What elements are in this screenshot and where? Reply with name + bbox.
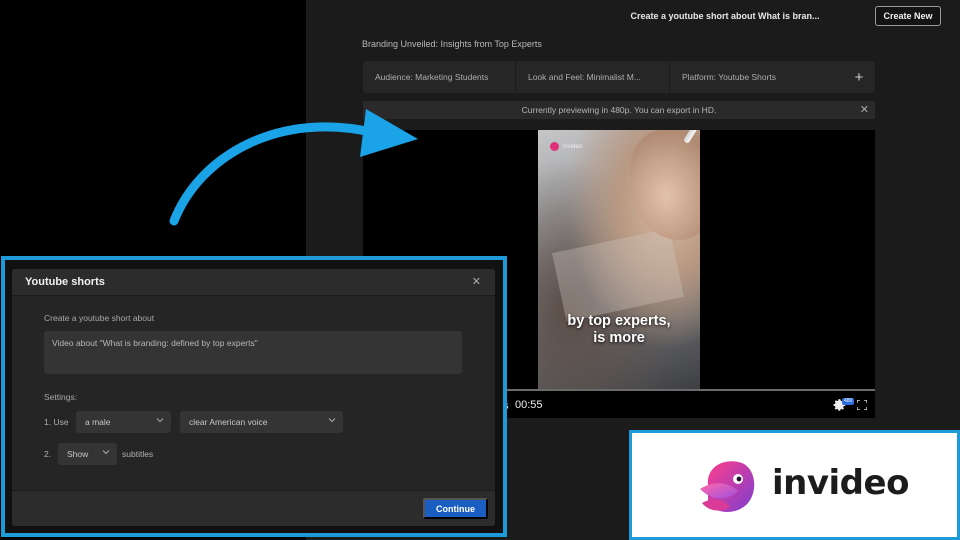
- chip-look-and-feel[interactable]: Look and Feel: Minimalist M...: [516, 61, 670, 93]
- chevron-down-icon: [102, 450, 110, 455]
- close-icon[interactable]: ✕: [472, 275, 481, 288]
- voice-accent-select[interactable]: clear American voice: [180, 411, 343, 433]
- chip-platform[interactable]: Platform: Youtube Shorts: [670, 61, 843, 93]
- continue-button[interactable]: Continue: [423, 498, 488, 519]
- caption-line-1: by top experts,: [567, 313, 671, 329]
- row-1-prefix: 1. Use: [44, 417, 69, 427]
- playback-time: 00:55: [515, 399, 543, 411]
- voice-gender-value: a male: [85, 417, 111, 427]
- invideo-logo-icon: [700, 461, 755, 512]
- invideo-wordmark: invideo: [772, 463, 909, 503]
- fullscreen-icon[interactable]: [857, 400, 867, 410]
- create-new-button[interactable]: Create New: [875, 6, 941, 26]
- row-2-prefix: 2.: [44, 449, 52, 459]
- chip-audience[interactable]: Audience: Marketing Students: [363, 61, 516, 93]
- chevron-down-icon: [156, 418, 164, 423]
- caption-line-2: is more: [593, 330, 645, 346]
- preview-notice-text: Currently previewing in 480p. You can ex…: [521, 105, 717, 115]
- invideo-logo-card: invideo: [629, 430, 960, 540]
- settings-chips-bar: Audience: Marketing Students Look and Fe…: [363, 61, 875, 93]
- subtitles-suffix: subtitles: [122, 449, 154, 459]
- preview-notice: Currently previewing in 480p. You can ex…: [363, 101, 875, 119]
- settings-label: Settings:: [44, 392, 78, 402]
- watermark-text: invideo: [563, 143, 583, 150]
- page-title: Create a youtube short about What is bra…: [630, 11, 820, 21]
- voice-accent-value: clear American voice: [189, 417, 268, 427]
- voice-gender-select[interactable]: a male: [76, 411, 171, 433]
- prompt-label: Create a youtube short about: [44, 313, 155, 323]
- youtube-shorts-dialog: Youtube shorts ✕ Create a youtube short …: [12, 269, 495, 526]
- subtitles-value: Show: [67, 449, 89, 459]
- dialog-footer: Continue: [12, 490, 495, 526]
- curved-arrow-icon: [169, 109, 418, 226]
- chevron-down-icon: [328, 418, 336, 423]
- video-title: Branding Unveiled: Insights from Top Exp…: [362, 39, 542, 49]
- video-watermark: invideo: [550, 142, 582, 151]
- quality-badge: 480: [842, 398, 855, 405]
- video-caption: by top experts, is more: [538, 313, 700, 347]
- prompt-input[interactable]: Video about "What is branding: defined b…: [44, 331, 462, 374]
- invideo-logo-icon: [550, 142, 559, 151]
- dialog-title: Youtube shorts: [25, 276, 105, 288]
- hand-image: [630, 130, 700, 240]
- close-icon[interactable]: ✕: [860, 103, 869, 116]
- video-frame: invideo by top experts, is more: [538, 130, 700, 390]
- dialog-header: Youtube shorts: [12, 269, 495, 296]
- subtitles-select[interactable]: Show: [58, 443, 117, 465]
- plus-icon[interactable]: +: [843, 61, 875, 93]
- paper-image: [552, 228, 684, 322]
